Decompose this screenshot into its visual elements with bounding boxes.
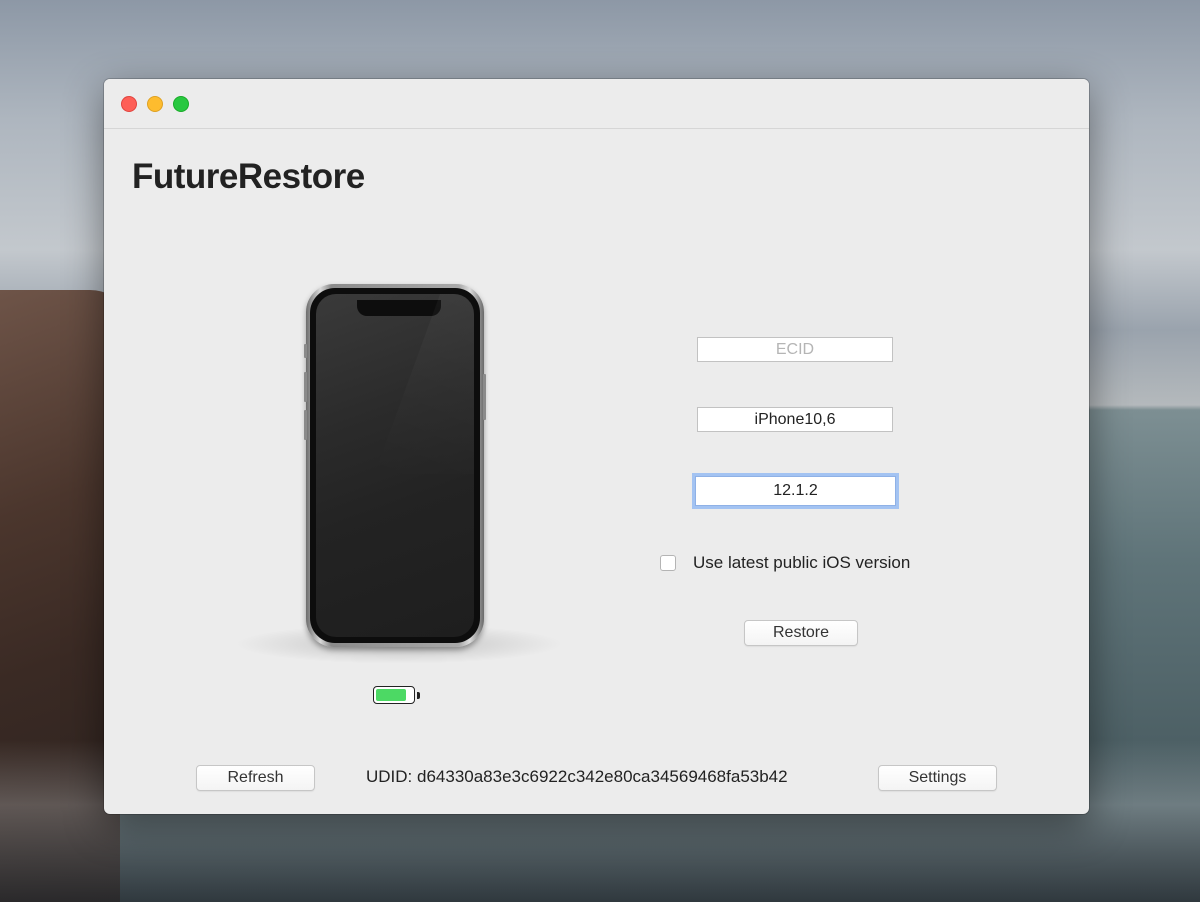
close-window-button[interactable] [121,96,137,112]
app-window: FutureRestore Use latest public iOS vers… [104,79,1089,814]
title-bar[interactable] [104,79,1089,129]
side-button [483,374,486,420]
device-identifier-input[interactable] [697,407,893,432]
restore-button[interactable]: Restore [744,620,858,646]
use-latest-ios-label[interactable]: Use latest public iOS version [693,553,910,573]
device-bezel [310,288,480,643]
device-screen [316,294,474,637]
udid-label: UDID: d64330a83e3c6922c342e80ca34569468f… [366,767,788,786]
settings-button[interactable]: Settings [878,765,997,791]
iphone-device-image [304,284,486,647]
volume-down-button [304,410,307,440]
silent-switch [304,344,307,358]
volume-up-button [304,372,307,402]
device-notch [357,300,441,316]
use-latest-ios-checkbox[interactable] [660,555,676,571]
battery-tip [417,692,420,699]
minimize-window-button[interactable] [147,96,163,112]
refresh-button[interactable]: Refresh [196,765,315,791]
ios-version-input[interactable] [695,476,896,506]
battery-level-fill [376,689,406,701]
battery-icon [373,686,415,704]
ecid-input[interactable] [697,337,893,362]
maximize-window-button[interactable] [173,96,189,112]
app-title: FutureRestore [132,157,365,196]
